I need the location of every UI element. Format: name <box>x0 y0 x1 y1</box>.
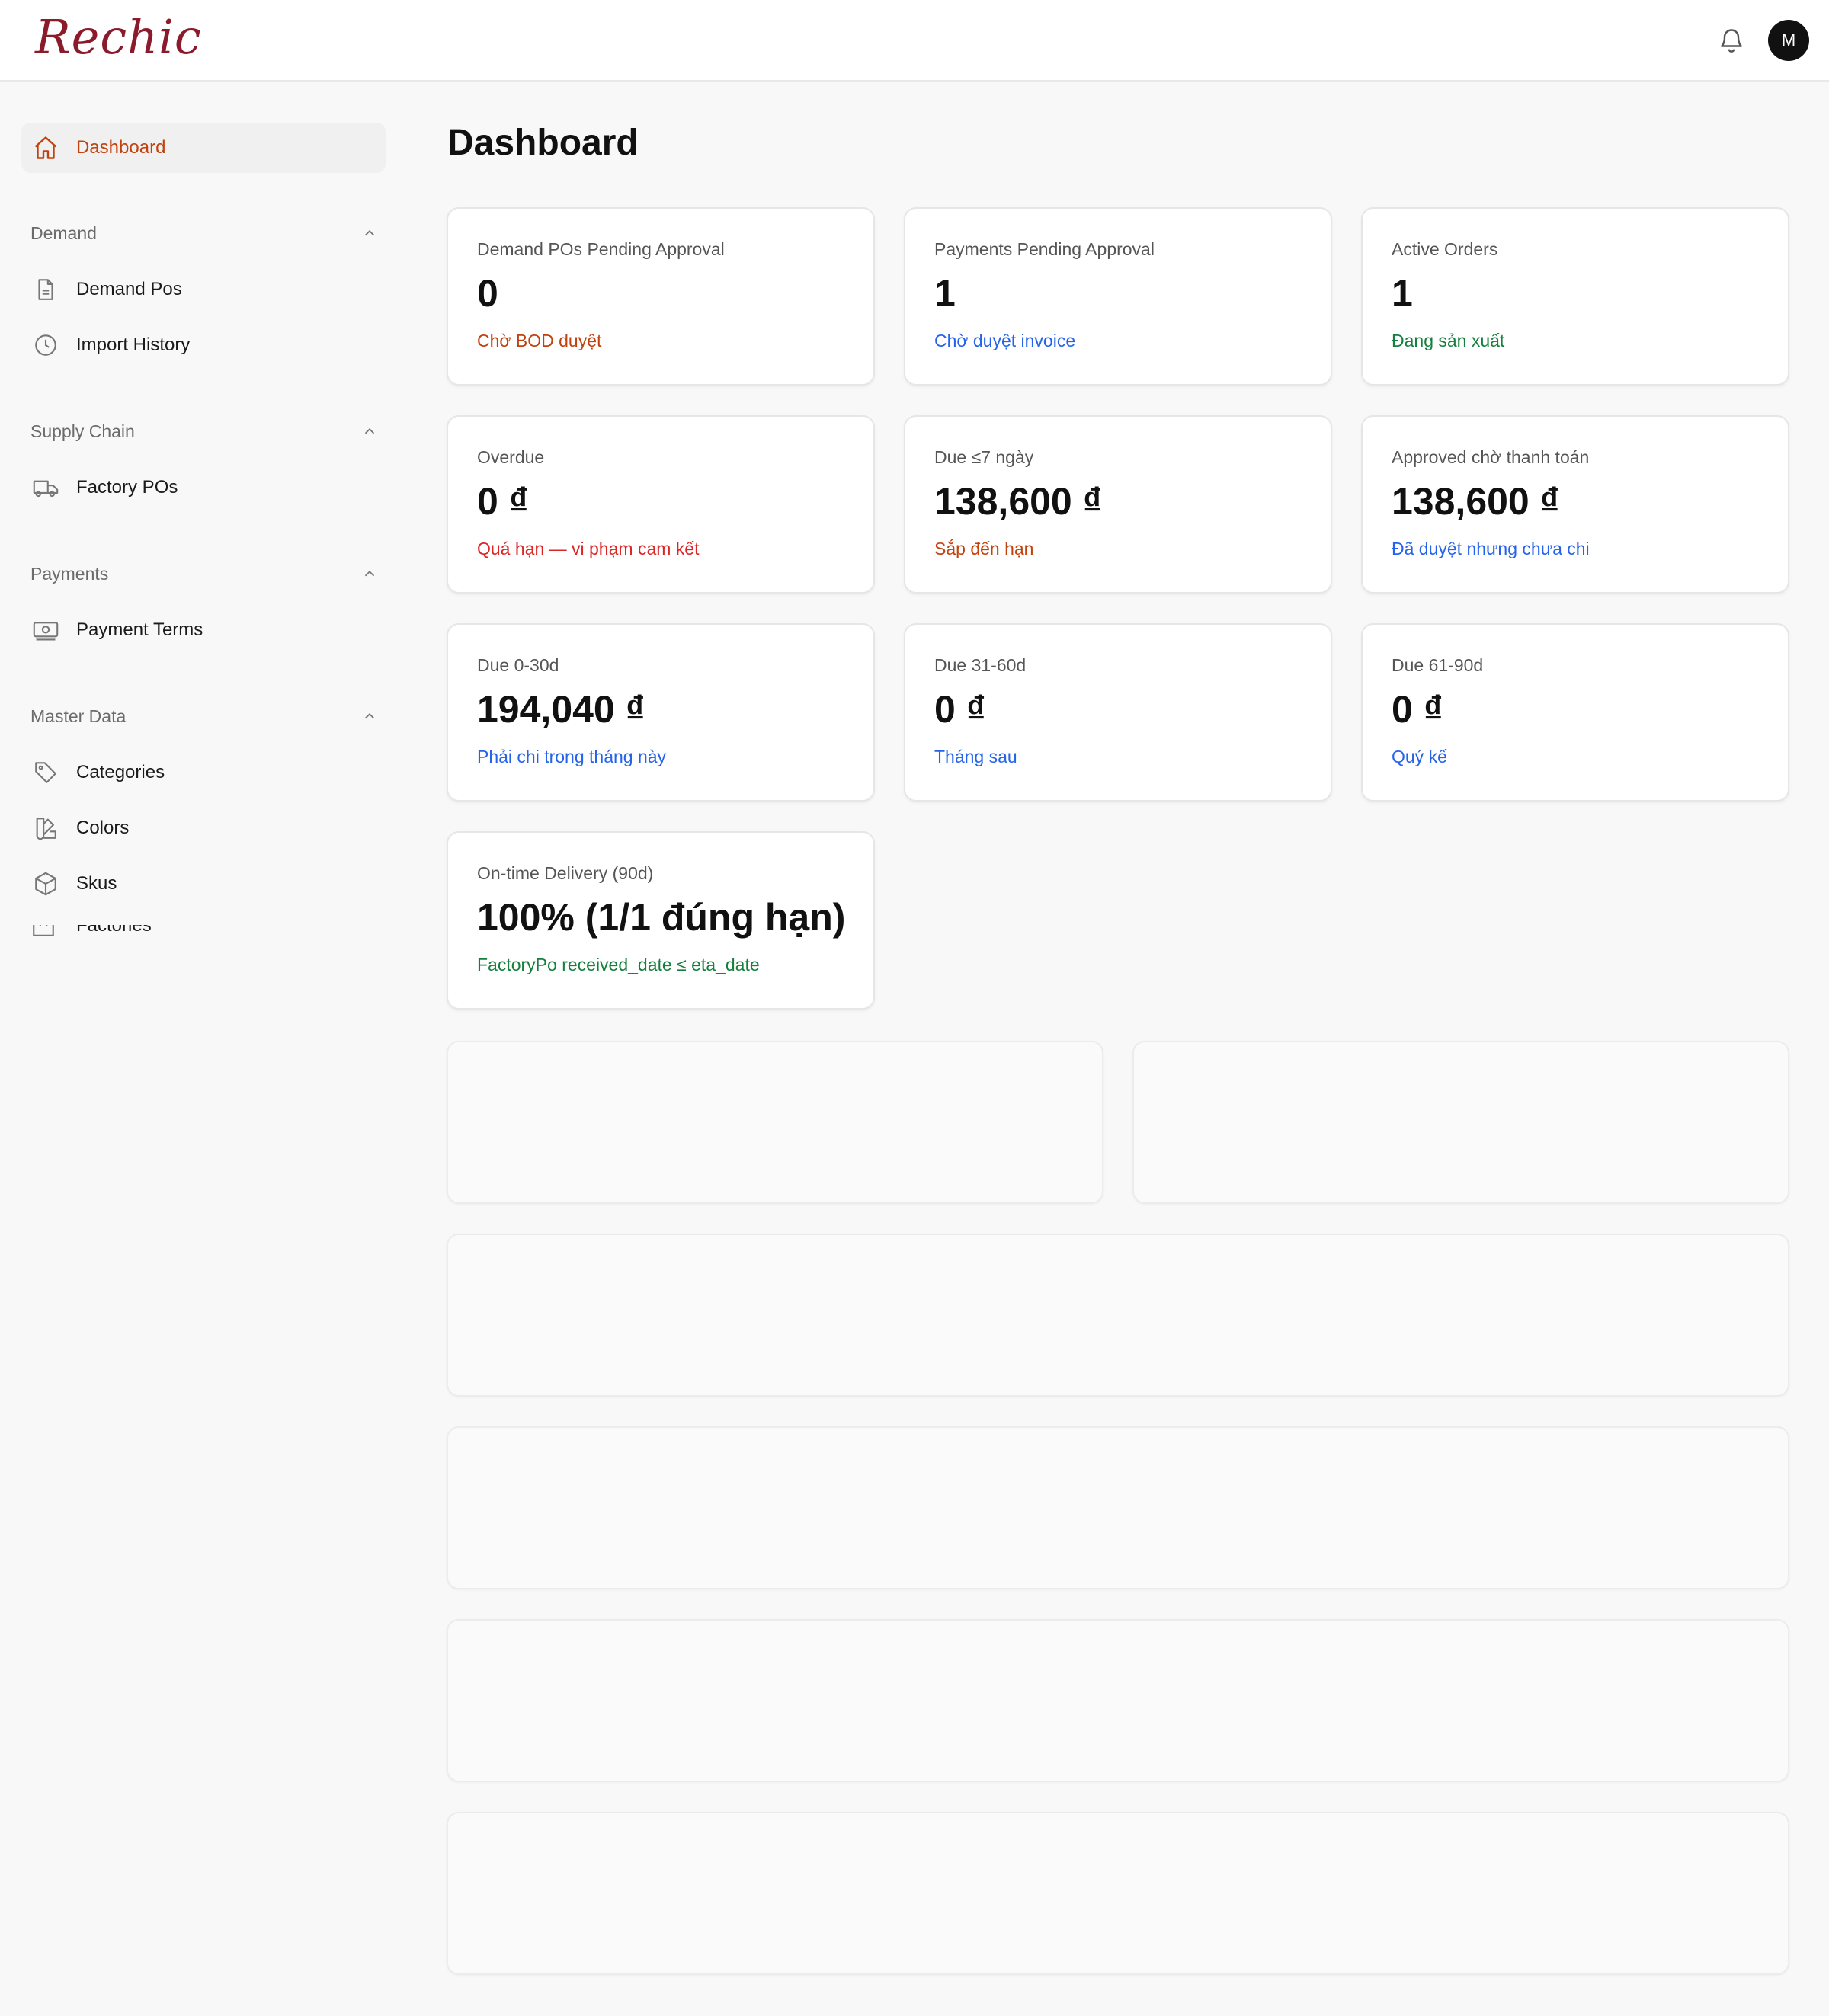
card-subtitle: Quá hạn — vi phạm cam kết <box>477 539 700 558</box>
stat-card-due-61-90d[interactable]: Due 61-90d 0 ₫ Quý kế <box>1361 623 1789 802</box>
card-label: Approved chờ thanh toán <box>1392 447 1590 467</box>
sidebar-item-categories[interactable]: Categories <box>21 747 386 798</box>
card-label: Due 31-60d <box>934 655 1027 675</box>
building-icon <box>30 925 61 936</box>
card-subtitle: Phải chi trong tháng này <box>477 747 667 766</box>
panel-placeholder-3 <box>447 1619 1789 1782</box>
card-label: Active Orders <box>1392 239 1498 259</box>
sidebar-item-label: Skus <box>76 873 117 894</box>
banknote-icon <box>30 615 61 645</box>
sidebar: Dashboard Demand Demand Pos Import Histo… <box>0 82 404 935</box>
card-label: Due ≤7 ngày <box>934 447 1034 467</box>
sidebar-item-colors[interactable]: Colors <box>21 803 386 853</box>
tag-icon <box>30 757 61 788</box>
section-demand[interactable]: Demand <box>30 218 378 248</box>
clock-icon <box>30 330 61 360</box>
card-value: 0 ₫ <box>1392 688 1443 731</box>
sidebar-item-label: Factories <box>76 925 152 936</box>
stat-card-payments-pending[interactable]: Payments Pending Approval 1 Chờ duyệt in… <box>904 207 1332 386</box>
panel-placeholder-2 <box>447 1426 1789 1589</box>
card-label: Overdue <box>477 447 545 467</box>
panel-placeholder-1 <box>447 1234 1789 1397</box>
card-value: 1 <box>1392 272 1413 315</box>
section-master-data[interactable]: Master Data <box>30 701 378 731</box>
card-label: Due 61-90d <box>1392 655 1484 675</box>
sidebar-item-label: Import History <box>76 334 191 355</box>
section-payments[interactable]: Payments <box>30 558 378 589</box>
stat-card-due-31-60d[interactable]: Due 31-60d 0 ₫ Tháng sau <box>904 623 1332 802</box>
sidebar-item-label: Dashboard <box>76 137 166 158</box>
card-value: 138,600 ₫ <box>934 480 1103 523</box>
card-value: 138,600 ₫ <box>1392 480 1560 523</box>
card-subtitle: Tháng sau <box>934 747 1017 766</box>
stat-card-on-time-delivery[interactable]: On-time Delivery (90d) 100% (1/1 đúng hạ… <box>447 831 875 1010</box>
card-subtitle: Đã duyệt nhưng chưa chi <box>1392 539 1590 558</box>
sidebar-item-label: Colors <box>76 818 130 838</box>
chevron-up-icon <box>364 570 375 577</box>
bell-icon[interactable] <box>1718 25 1745 56</box>
home-icon <box>30 133 61 163</box>
stat-card-due-7-days[interactable]: Due ≤7 ngày 138,600 ₫ Sắp đến hạn <box>904 415 1332 594</box>
section-title: Demand <box>30 222 97 243</box>
sidebar-item-payment-terms[interactable]: Payment Terms <box>21 605 386 655</box>
section-title: Supply Chain <box>30 421 135 441</box>
chevron-up-icon <box>364 427 375 434</box>
card-label: Due 0-30d <box>477 655 559 675</box>
section-title: Master Data <box>30 706 127 726</box>
sidebar-item-label: Demand Pos <box>76 279 182 299</box>
card-label: On-time Delivery (90d) <box>477 863 654 883</box>
stat-card-due-0-30d[interactable]: Due 0-30d 194,040 ₫ Phải chi trong tháng… <box>447 623 875 802</box>
sidebar-item-demand-pos[interactable]: Demand Pos <box>21 264 386 315</box>
card-value: 100% (1/1 đúng hạn) <box>477 896 846 939</box>
app-logo[interactable]: Rechic <box>35 9 202 65</box>
card-label: Payments Pending Approval <box>934 239 1155 259</box>
sidebar-item-label: Factory POs <box>76 477 178 498</box>
stat-card-overdue[interactable]: Overdue 0 ₫ Quá hạn — vi phạm cam kết <box>447 415 875 594</box>
sidebar-item-factories-clipped[interactable]: Factories <box>21 925 386 936</box>
card-value: 194,040 ₫ <box>477 688 645 731</box>
sidebar-item-label: Categories <box>76 762 165 782</box>
card-label: Demand POs Pending Approval <box>477 239 725 259</box>
card-subtitle: FactoryPo received_date ≤ eta_date <box>477 955 760 974</box>
section-title: Payments <box>30 563 109 584</box>
page-title: Dashboard <box>447 123 639 163</box>
sidebar-item-label: Payment Terms <box>76 619 203 640</box>
top-bar: Rechic M <box>0 0 1829 82</box>
stat-card-approved-awaiting-payment[interactable]: Approved chờ thanh toán 138,600 ₫ Đã duy… <box>1361 415 1789 594</box>
chevron-up-icon <box>364 229 375 236</box>
sidebar-item-import-history[interactable]: Import History <box>21 320 386 370</box>
card-value: 0 <box>477 272 498 315</box>
panel-placeholder-4 <box>447 1812 1789 1975</box>
card-subtitle: Đang sản xuất <box>1392 331 1505 350</box>
card-subtitle: Chờ BOD duyệt <box>477 331 602 350</box>
sidebar-item-skus[interactable]: Skus <box>21 859 386 909</box>
swatch-icon <box>30 813 61 843</box>
card-value: 0 ₫ <box>934 688 986 731</box>
card-value: 1 <box>934 272 956 315</box>
stat-card-demand-pos-pending[interactable]: Demand POs Pending Approval 0 Chờ BOD du… <box>447 207 875 386</box>
card-subtitle: Quý kế <box>1392 747 1447 766</box>
avatar[interactable]: M <box>1768 20 1809 61</box>
section-supply-chain[interactable]: Supply Chain <box>30 416 378 446</box>
card-subtitle: Sắp đến hạn <box>934 539 1034 558</box>
card-subtitle: Chờ duyệt invoice <box>934 331 1076 350</box>
truck-icon <box>30 472 61 503</box>
chevron-up-icon <box>364 712 375 719</box>
sidebar-item-factory-pos[interactable]: Factory POs <box>21 462 386 513</box>
sidebar-item-dashboard[interactable]: Dashboard <box>21 123 386 173</box>
card-value: 0 ₫ <box>477 480 529 523</box>
chart-panel-placeholder-right <box>1132 1041 1789 1204</box>
stat-card-active-orders[interactable]: Active Orders 1 Đang sản xuất <box>1361 207 1789 386</box>
cube-icon <box>30 869 61 899</box>
chart-panel-placeholder-left <box>447 1041 1103 1204</box>
document-icon <box>30 274 61 305</box>
